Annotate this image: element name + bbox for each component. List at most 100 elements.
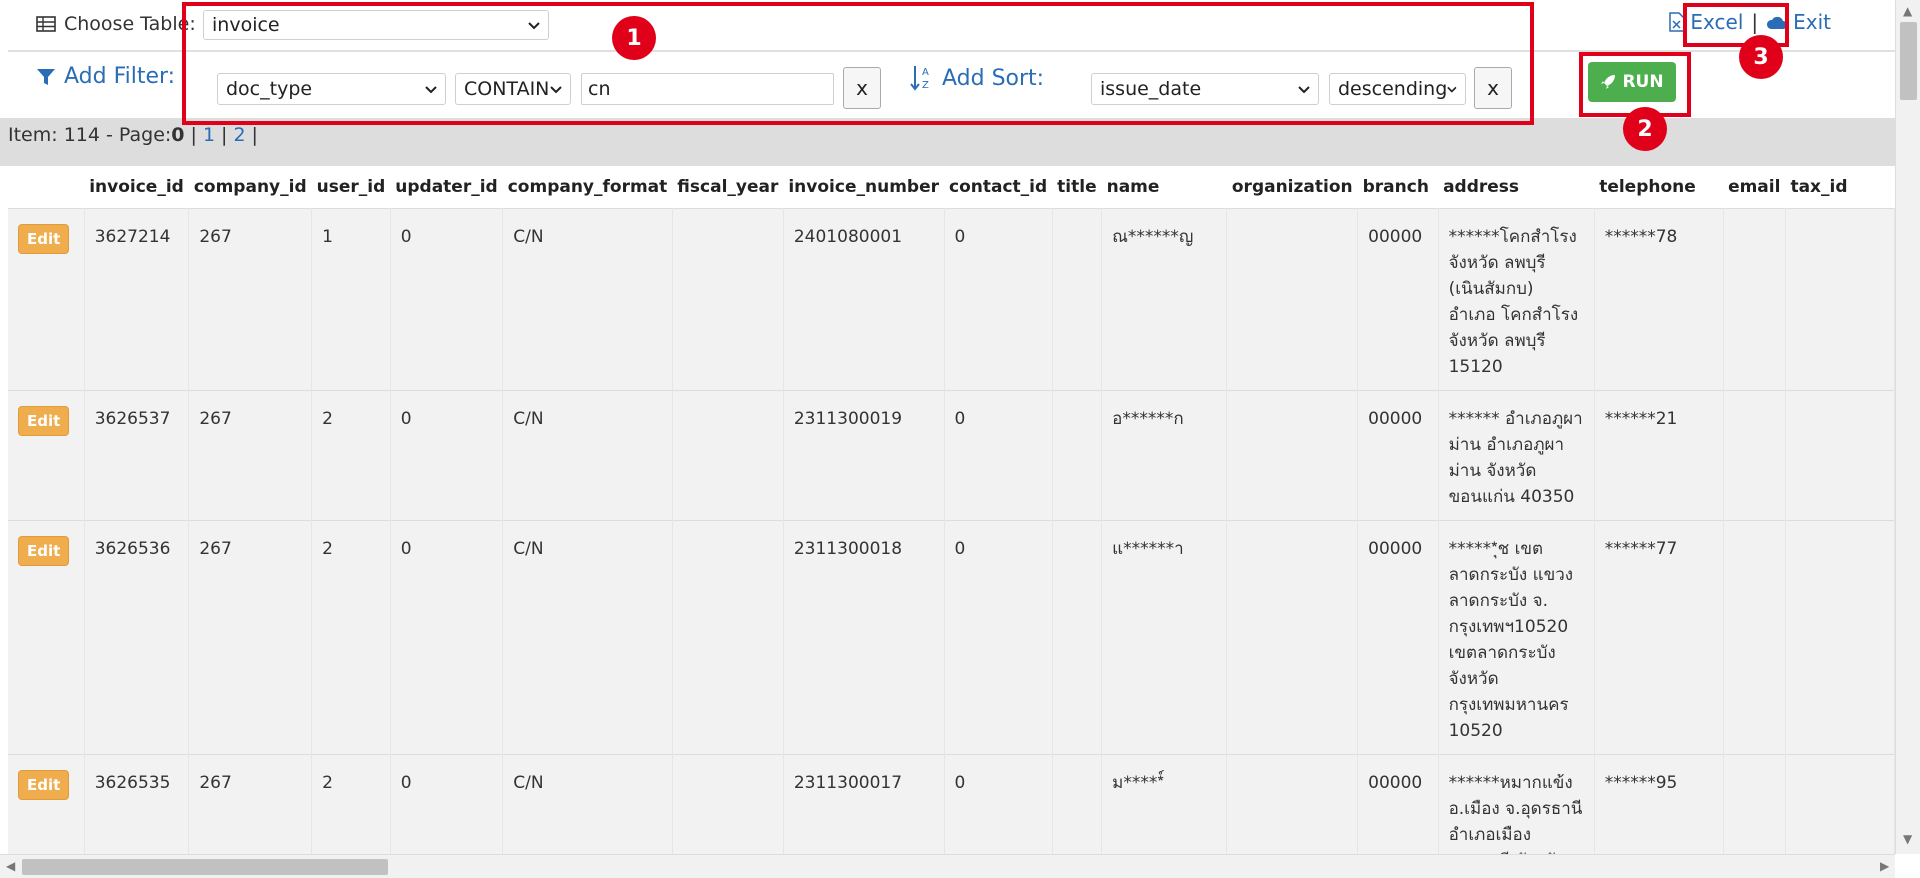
column-header-branch: branch xyxy=(1357,166,1439,208)
column-header-contact-id: contact_id xyxy=(944,166,1053,208)
edit-button[interactable]: Edit xyxy=(18,535,70,566)
cell-address: ****** อำเภอภูผาม่าน อำเภอภูผาม่าน จังหว… xyxy=(1438,390,1595,520)
cell-invoice-id: 3626535 xyxy=(84,754,190,854)
cell-company-id: 267 xyxy=(188,208,313,390)
choose-table-label: Choose Table: xyxy=(64,13,196,35)
add-filter-button[interactable]: Add Filter: xyxy=(36,64,175,89)
cell-actions: Edit xyxy=(8,390,85,520)
cell-email xyxy=(1723,754,1786,854)
column-header-organization: organization xyxy=(1226,166,1358,208)
cell-fiscal-year xyxy=(672,520,784,754)
cell-organization xyxy=(1226,754,1359,854)
column-header-name: name xyxy=(1101,166,1227,208)
cell-company-id: 267 xyxy=(188,390,313,520)
cell-invoice-number: 2401080001 xyxy=(783,208,945,390)
cell-name: ณ******ญ xyxy=(1101,208,1228,390)
vertical-scrollbar[interactable]: ▲ ▼ xyxy=(1895,0,1920,854)
edit-button[interactable]: Edit xyxy=(18,223,70,254)
edit-button[interactable]: Edit xyxy=(18,769,70,800)
column-header-title: title xyxy=(1052,166,1102,208)
current-page: 0 xyxy=(171,124,185,146)
data-table: invoice_id company_id user_id updater_id com… xyxy=(8,166,1895,854)
cell-updater-id: 0 xyxy=(390,754,504,854)
edit-button[interactable]: Edit xyxy=(18,405,70,436)
cell-user-id: 2 xyxy=(311,754,391,854)
annotation-badge-1: 1 xyxy=(612,16,656,60)
item-count-text: Item: 114 - Page:0 xyxy=(8,124,185,146)
cell-fiscal-year xyxy=(672,754,784,854)
cell-branch: 00000 xyxy=(1357,208,1439,390)
annotation-badge-3: 3 xyxy=(1739,35,1783,79)
column-header-invoice-id: invoice_id xyxy=(84,166,189,208)
table-body: Edit 3627214 267 1 0 C/N 2401080001 0 ณ******ญ 00… xyxy=(8,208,1895,854)
cell-tax-id xyxy=(1785,208,1895,390)
column-header-email: email xyxy=(1723,166,1786,208)
column-header-telephone: telephone xyxy=(1594,166,1724,208)
cell-telephone: ******77 xyxy=(1594,520,1724,754)
cell-company-format: C/N xyxy=(502,520,673,754)
scroll-down-icon[interactable]: ▼ xyxy=(1903,832,1912,846)
cell-updater-id: 0 xyxy=(390,390,504,520)
add-filter-label: Add Filter: xyxy=(64,64,176,89)
scroll-right-icon[interactable]: ▶ xyxy=(1880,859,1889,873)
cell-invoice-id: 3626536 xyxy=(84,520,190,754)
column-header-fiscal-year: fiscal_year xyxy=(672,166,784,208)
cell-user-id: 2 xyxy=(311,390,391,520)
cell-company-format: C/N xyxy=(502,754,673,854)
table-row: Edit 3627214 267 1 0 C/N 2401080001 0 ณ******ญ 00… xyxy=(8,208,1895,390)
cell-fiscal-year xyxy=(672,208,784,390)
cell-contact-id: 0 xyxy=(944,208,1053,390)
cell-tax-id xyxy=(1785,390,1895,520)
cell-company-format: C/N xyxy=(502,390,673,520)
page-link-2[interactable]: 2 xyxy=(233,124,245,146)
scroll-left-icon[interactable]: ◀ xyxy=(6,859,15,873)
page-separator: | xyxy=(221,124,228,146)
column-header-user-id: user_id xyxy=(311,166,391,208)
horizontal-scrollbar[interactable]: ◀ ▶ xyxy=(0,854,1895,878)
column-header-address: address xyxy=(1438,166,1595,208)
table-icon xyxy=(36,16,56,32)
cell-contact-id: 0 xyxy=(944,754,1053,854)
cell-invoice-id: 3626537 xyxy=(84,390,190,520)
table-header-row: invoice_id company_id user_id updater_id com… xyxy=(8,166,1895,208)
page-link-1[interactable]: 1 xyxy=(203,124,215,146)
cell-organization xyxy=(1226,390,1359,520)
choose-table-label-group: Choose Table: xyxy=(36,13,196,35)
cell-invoice-number: 2311300017 xyxy=(783,754,945,854)
cell-branch: 00000 xyxy=(1357,390,1439,520)
scroll-up-icon[interactable]: ▲ xyxy=(1903,4,1912,18)
cell-contact-id: 0 xyxy=(944,520,1053,754)
cell-address: ******ุช เขต ลาดกระบัง แขวง ลาดกระบัง จ.… xyxy=(1438,520,1595,754)
cell-fiscal-year xyxy=(672,390,784,520)
horizontal-scroll-thumb[interactable] xyxy=(22,859,388,875)
cell-title xyxy=(1052,754,1103,854)
cell-name: อ******ก xyxy=(1101,390,1228,520)
cell-company-format: C/N xyxy=(502,208,673,390)
page-separator: | xyxy=(190,124,197,146)
cell-user-id: 1 xyxy=(311,208,391,390)
paging-info: Item: 114 - Page:0 | 1 | 2 | xyxy=(8,124,258,146)
cell-tax-id xyxy=(1785,754,1895,854)
column-header-actions xyxy=(8,166,85,208)
column-header-tax-id: tax_id xyxy=(1785,166,1895,208)
vertical-scroll-thumb[interactable] xyxy=(1900,22,1917,100)
cell-title xyxy=(1052,390,1103,520)
cell-name: แ******า xyxy=(1101,520,1228,754)
data-table-container: invoice_id company_id user_id updater_id com… xyxy=(8,166,1895,854)
cell-email xyxy=(1723,520,1786,754)
cell-tax-id xyxy=(1785,520,1895,754)
cell-invoice-number: 2311300018 xyxy=(783,520,945,754)
cell-telephone: ******21 xyxy=(1594,390,1724,520)
cell-actions: Edit xyxy=(8,208,85,390)
cell-telephone: ******78 xyxy=(1594,208,1724,390)
table-row: Edit 3626536 267 2 0 C/N 2311300018 0 แ******า 00… xyxy=(8,520,1895,754)
cell-user-id: 2 xyxy=(311,520,391,754)
column-header-invoice-number: invoice_number xyxy=(783,166,944,208)
cell-actions: Edit xyxy=(8,754,85,854)
cell-address: ******หมากแข้ง อ.เมือง จ.อุดรธานี อำเภอเ… xyxy=(1438,754,1595,854)
cell-organization xyxy=(1226,520,1359,754)
annotation-badge-2: 2 xyxy=(1623,107,1667,151)
cell-branch: 00000 xyxy=(1357,754,1439,854)
annotation-box-2 xyxy=(1579,52,1691,117)
page-separator: | xyxy=(251,124,258,146)
